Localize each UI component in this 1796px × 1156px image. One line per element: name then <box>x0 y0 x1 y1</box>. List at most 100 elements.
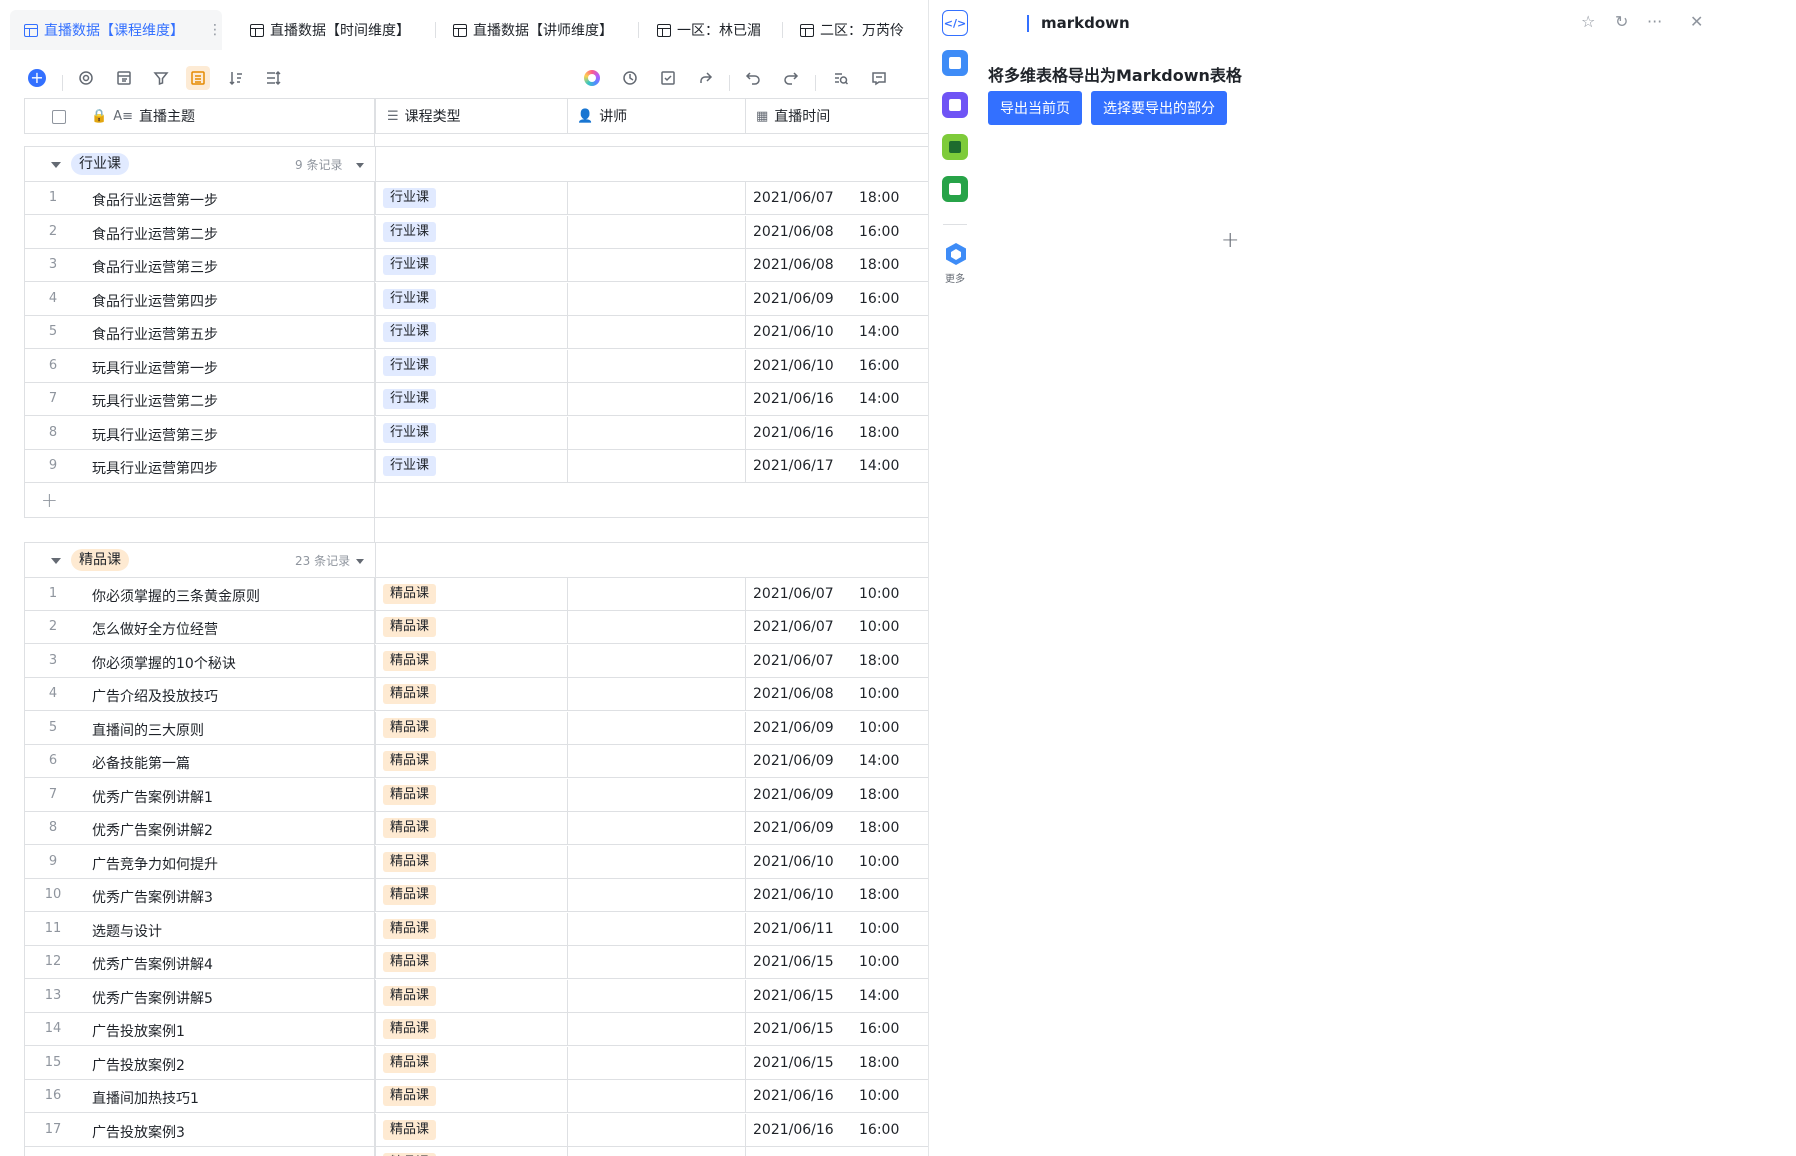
checkbox-icon[interactable] <box>656 66 680 90</box>
cell-type-tag[interactable]: 精品课 <box>383 952 437 972</box>
cell-title[interactable]: 食品行业运营第一步 <box>92 190 218 210</box>
cell-date[interactable]: 2021/06/16 <box>753 391 834 407</box>
history-icon[interactable] <box>618 66 642 90</box>
comment-icon[interactable] <box>867 66 891 90</box>
collapse-caret-icon[interactable] <box>51 162 61 168</box>
row-height-icon[interactable] <box>261 66 285 90</box>
undo-icon[interactable] <box>741 66 765 90</box>
cell-type-tag[interactable]: 精品课 <box>383 1019 437 1039</box>
cell-date[interactable]: 2021/06/07 <box>753 619 834 635</box>
table-row[interactable]: 13 优秀广告案例讲解5 精品课 2021/06/15 14:00 <box>25 979 928 1013</box>
cell-date[interactable]: 2021/06/10 <box>753 324 834 340</box>
column-header-teacher[interactable]: 👤 讲师 <box>577 99 627 133</box>
cell-date[interactable]: 2021/06/08 <box>753 686 834 702</box>
table-row[interactable]: 15 广告投放案例2 精品课 2021/06/15 18:00 <box>25 1046 928 1080</box>
cell-type-tag[interactable]: 精品课 <box>383 751 437 771</box>
cell-time[interactable]: 18:00 <box>859 190 899 206</box>
cell-type-tag[interactable]: 行业课 <box>383 288 437 309</box>
table-row[interactable]: 18必备技能第二篇精品课2021/06/1616:00 <box>25 1147 928 1156</box>
column-header-time[interactable]: ▦ 直播时间 <box>756 99 830 133</box>
cell-date[interactable]: 2021/06/07 <box>753 190 834 206</box>
table-row[interactable]: 7 优秀广告案例讲解1 精品课 2021/06/09 18:00 <box>25 778 928 812</box>
table-row[interactable]: 5 直播间的三大原则 精品课 2021/06/09 10:00 <box>25 711 928 745</box>
column-header-title[interactable]: 🔒 A≡ 直播主题 <box>91 99 195 133</box>
table-row[interactable]: 16 直播间加热技巧1 精品课 2021/06/16 10:00 <box>25 1080 928 1113</box>
cell-time[interactable]: 10:00 <box>859 619 899 635</box>
cell-time[interactable]: 18:00 <box>859 820 899 836</box>
cell-date[interactable]: 2021/06/11 <box>753 921 834 937</box>
cell-time[interactable]: 18:00 <box>859 257 899 273</box>
cell-type-tag[interactable]: 行业课 <box>383 188 437 208</box>
table-row[interactable]: 14 广告投放案例1 精品课 2021/06/15 16:00 <box>25 1013 928 1046</box>
filter-icon[interactable] <box>149 66 173 90</box>
cell-time[interactable]: 16:00 <box>859 1122 899 1138</box>
collapse-caret-icon[interactable] <box>51 557 61 564</box>
cell-type-tag[interactable]: 精品课 <box>383 851 437 872</box>
cell-time[interactable]: 10:00 <box>859 586 899 602</box>
cell-title[interactable]: 直播间加热技巧1 <box>92 1088 199 1108</box>
cell-type-tag[interactable]: 精品课 <box>383 784 437 805</box>
cell-time[interactable]: 14:00 <box>859 458 899 474</box>
tab-zone-one[interactable]: 一区：林已湄 <box>657 18 761 42</box>
cell-date[interactable]: 2021/06/16 <box>753 1122 834 1138</box>
group-icon[interactable] <box>186 66 210 90</box>
cell-type-tag[interactable]: 精品课 <box>383 885 437 905</box>
more-plugins-label[interactable]: 更多 <box>939 270 971 285</box>
cell-title[interactable]: 广告投放案例2 <box>92 1055 185 1075</box>
table-row[interactable]: 8 优秀广告案例讲解2 精品课 2021/06/09 18:00 <box>25 812 928 845</box>
cell-date[interactable]: 2021/06/15 <box>753 954 834 970</box>
add-icon[interactable]: + <box>1221 228 1239 253</box>
cell-date[interactable]: 2021/06/09 <box>753 820 834 836</box>
cell-time[interactable]: 16:00 <box>859 291 899 307</box>
cell-date[interactable]: 2021/06/08 <box>753 224 834 240</box>
chevron-down-icon[interactable] <box>356 163 364 168</box>
chevron-down-icon[interactable] <box>356 558 364 564</box>
table-row[interactable]: 1 你必须掌握的三条黄金原则 精品课 2021/06/07 10:00 <box>25 577 928 611</box>
sort-icon[interactable] <box>224 66 248 90</box>
cell-title[interactable]: 广告投放案例3 <box>92 1122 185 1142</box>
cell-title[interactable]: 广告投放案例1 <box>92 1021 185 1041</box>
more-vertical-icon[interactable]: ⋮ <box>208 22 222 38</box>
cell-date[interactable]: 2021/06/10 <box>753 854 834 870</box>
table-row[interactable]: 5 食品行业运营第五步 行业课 2021/06/10 14:00 <box>25 316 928 349</box>
close-icon[interactable]: ✕ <box>1690 12 1703 31</box>
export-current-button[interactable]: 导出当前页 <box>988 91 1082 125</box>
cell-time[interactable]: 18:00 <box>859 1055 899 1071</box>
markdown-plugin-icon[interactable]: </> <box>942 10 968 36</box>
cell-date[interactable]: 2021/06/09 <box>753 753 834 769</box>
add-record-icon[interactable]: + <box>28 69 46 87</box>
cell-time[interactable]: 14:00 <box>859 391 899 407</box>
cell-date[interactable]: 2021/06/17 <box>753 458 834 474</box>
cell-type-tag[interactable]: 行业课 <box>383 355 437 376</box>
tab-teacher-dimension[interactable]: 直播数据【讲师维度】 <box>453 18 613 42</box>
cell-type-tag[interactable]: 精品课 <box>383 583 437 604</box>
cell-title[interactable]: 优秀广告案例讲解2 <box>92 820 213 840</box>
share-icon[interactable] <box>694 66 718 90</box>
tab-zone-two[interactable]: 二区：万芮伶 <box>800 18 904 42</box>
settings-icon[interactable] <box>74 66 98 90</box>
cell-type-tag[interactable]: 精品课 <box>383 1119 437 1140</box>
cell-title[interactable]: 玩具行业运营第三步 <box>92 425 218 445</box>
cell-title[interactable]: 玩具行业运营第一步 <box>92 358 218 378</box>
cell-type-tag[interactable]: 精品课 <box>383 818 437 838</box>
cell-time[interactable]: 16:00 <box>859 358 899 374</box>
form-plugin-icon[interactable] <box>942 92 968 118</box>
table-row[interactable]: 3 你必须掌握的10个秘诀 精品课 2021/06/07 18:00 <box>25 644 928 678</box>
cell-title[interactable]: 优秀广告案例讲解5 <box>92 988 213 1008</box>
cell-date[interactable]: 2021/06/16 <box>753 1088 834 1104</box>
column-header-type[interactable]: ☰ 课程类型 <box>387 99 461 133</box>
cell-date[interactable]: 2021/06/09 <box>753 720 834 736</box>
redo-icon[interactable] <box>779 66 803 90</box>
cell-time[interactable]: 10:00 <box>859 954 899 970</box>
cell-title[interactable]: 食品行业运营第二步 <box>92 224 218 244</box>
cell-time[interactable]: 18:00 <box>859 787 899 803</box>
cell-date[interactable]: 2021/06/07 <box>753 653 834 669</box>
table-row[interactable]: 7 玩具行业运营第二步 行业课 2021/06/16 14:00 <box>25 383 928 416</box>
cell-time[interactable]: 16:00 <box>859 1021 899 1037</box>
add-plugin-icon[interactable] <box>942 176 968 202</box>
table-row[interactable]: 3 食品行业运营第三步 行业课 2021/06/08 18:00 <box>25 249 928 282</box>
cell-type-tag[interactable]: 精品课 <box>383 985 437 1006</box>
cell-date[interactable]: 2021/06/15 <box>753 988 834 1004</box>
cell-title[interactable]: 玩具行业运营第四步 <box>92 458 218 478</box>
cell-time[interactable]: 18:00 <box>859 653 899 669</box>
